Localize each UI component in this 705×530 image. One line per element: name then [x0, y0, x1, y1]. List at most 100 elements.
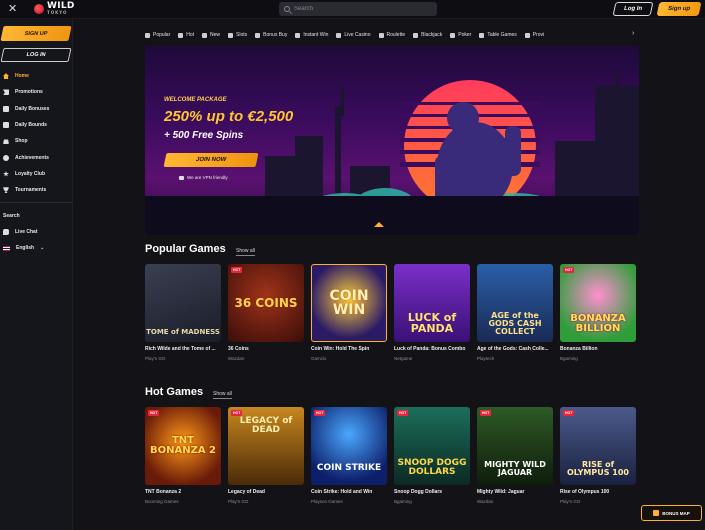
hot-badge: HOT	[563, 410, 575, 416]
game-art: TNT BONANZA 2	[149, 435, 217, 456]
search-bar[interactable]	[279, 2, 437, 16]
shop-bag-icon	[3, 139, 9, 145]
game-provider: Play'n GO	[228, 499, 249, 504]
vpn-icon	[179, 175, 184, 180]
search-input[interactable]	[294, 6, 424, 12]
sidebar-signup-button[interactable]: SIGN UP	[0, 26, 72, 41]
game-thumbnail[interactable]: TNT BONANZA 2 HOT	[145, 407, 221, 485]
tab-roulette[interactable]: Roulette	[378, 30, 405, 40]
tab-providers[interactable]: Provi	[524, 30, 544, 40]
game-thumbnail[interactable]: COIN WIN	[311, 264, 387, 342]
tab-table-games[interactable]: Table Games	[479, 30, 517, 40]
sidebar-login-button[interactable]: LOG IN	[0, 48, 72, 62]
tab-live-casino[interactable]: Live Casino	[336, 30, 371, 40]
tab-blackjack[interactable]: Blackjack	[413, 30, 442, 40]
sidebar-item-promotions[interactable]: Promotions	[0, 84, 73, 100]
tab-instant-win[interactable]: Instant Win	[295, 30, 328, 40]
sidebar: SIGN UP LOG IN Home Promotions Daily Bon…	[0, 20, 286, 530]
sidebar-item-daily-bonuses[interactable]: Daily Bonuses	[0, 101, 73, 117]
game-card[interactable]: SNOOP DOGG DOLLARS HOT Snoop Dogg Dollar…	[394, 407, 470, 504]
game-title: Rich Wilde and the Tome of ...	[145, 346, 216, 352]
game-thumbnail[interactable]: TOME of MADNESS	[145, 264, 221, 342]
tab-slots[interactable]: Slots	[228, 30, 247, 40]
roulette-icon	[378, 32, 384, 38]
game-thumbnail[interactable]: MIGHTY WILD JAGUAR HOT	[477, 407, 553, 485]
tab-poker[interactable]: Poker	[450, 30, 471, 40]
game-title: Coin Strike: Hold and Win	[311, 489, 373, 495]
hero-banner[interactable]: WELCOME PACKAGE 250% up to €2,500 + 500 …	[145, 46, 639, 235]
game-thumbnail[interactable]: SNOOP DOGG DOLLARS HOT	[394, 407, 470, 485]
game-provider: Playson Games	[311, 499, 343, 504]
game-card[interactable]: TNT BONANZA 2 HOT TNT Bonanza 2 Booming …	[145, 407, 221, 504]
language-selector[interactable]: English ⌄	[0, 240, 73, 256]
instant-win-icon	[295, 32, 301, 38]
game-card[interactable]: AGE of the GODS CASH COLLECT Age of the …	[477, 264, 553, 361]
login-button[interactable]: Log In	[612, 2, 654, 16]
sidebar-item-search[interactable]: Search	[0, 70, 286, 223]
game-art: TOME of MADNESS	[146, 328, 220, 336]
sidebar-item-shop[interactable]: Shop	[0, 133, 73, 149]
popular-show-all-link[interactable]: Show all	[236, 248, 255, 256]
game-card[interactable]: LUCK of PANDA Luck of Panda: Bonus Combo…	[394, 264, 470, 361]
game-thumbnail[interactable]: AGE of the GODS CASH COLLECT	[477, 264, 553, 342]
top-bar: ✕ WILD TOKYO Log In Sign up	[0, 0, 705, 19]
trophy-icon	[3, 187, 9, 194]
game-thumbnail[interactable]: LUCK of PANDA	[394, 264, 470, 342]
uk-flag-icon	[3, 245, 10, 251]
flame-icon	[178, 32, 184, 38]
game-card[interactable]: BONANZA BILLION HOT Bonanza Billion Bgam…	[560, 264, 636, 361]
chevron-right-icon[interactable]: ›	[632, 30, 634, 37]
hot-badge: HOT	[231, 410, 243, 416]
game-art: COIN STRIKE	[316, 463, 382, 473]
sidebar-item-live-chat[interactable]: Live Chat	[0, 224, 73, 240]
game-title: 36 Coins	[228, 346, 249, 352]
game-thumbnail[interactable]: RISE of OLYMPUS 100 HOT	[560, 407, 636, 485]
tab-popular[interactable]: Popular	[145, 30, 170, 40]
popular-icon	[145, 32, 150, 38]
game-title: Age of the Gods: Cash Colle...	[477, 346, 549, 352]
sidebar-item-daily-bounds[interactable]: Daily Bounds	[0, 117, 73, 133]
hot-badge: HOT	[231, 267, 243, 273]
hot-games-row: TNT BONANZA 2 HOT TNT Bonanza 2 Booming …	[145, 407, 639, 504]
game-title: Coin Win: Hold The Spin	[311, 346, 370, 352]
game-card[interactable]: COIN WIN Coin Win: Hold The Spin Gamzix	[311, 264, 387, 361]
game-thumbnail[interactable]: 36 COINS HOT	[228, 264, 304, 342]
sidebar-item-home[interactable]: Home	[0, 68, 73, 84]
chevron-down-icon: ⌄	[40, 245, 45, 252]
signup-button[interactable]: Sign up	[656, 2, 702, 16]
logo[interactable]: WILD TOKYO	[34, 2, 75, 15]
hot-badge: HOT	[563, 267, 575, 273]
sidebar-item-tournaments[interactable]: Tournaments	[0, 182, 73, 198]
offer-free-spins: + 500 Free Spins	[164, 130, 244, 141]
gift-icon	[3, 105, 9, 112]
tab-bonus-buy[interactable]: Bonus Buy	[255, 30, 287, 40]
game-card[interactable]: TOME of MADNESS Rich Wilde and the Tome …	[145, 264, 221, 361]
tab-hot[interactable]: Hot	[178, 30, 194, 40]
carousel-indicator[interactable]	[374, 222, 384, 227]
sidebar-item-loyalty-club[interactable]: Loyalty Club	[0, 166, 73, 182]
game-card[interactable]: COIN STRIKE HOT Coin Strike: Hold and Wi…	[311, 407, 387, 504]
game-thumbnail[interactable]: LEGACY of DEAD HOT	[228, 407, 304, 485]
medal-icon	[3, 154, 9, 161]
game-thumbnail[interactable]: COIN STRIKE HOT	[311, 407, 387, 485]
game-provider: Bgaming	[560, 356, 578, 361]
tab-new[interactable]: New	[202, 30, 220, 40]
game-card[interactable]: MIGHTY WILD JAGUAR HOT Mighty Wild: Jagu…	[477, 407, 553, 504]
join-now-button[interactable]: JOIN NOW	[163, 153, 259, 167]
hot-show-all-link[interactable]: Show all	[213, 391, 232, 399]
bonus-map-button[interactable]: BONUS MAP	[641, 505, 702, 521]
close-icon[interactable]: ✕	[8, 3, 17, 15]
promotions-icon	[3, 89, 9, 96]
bonus-buy-icon	[255, 32, 261, 38]
game-thumbnail[interactable]: BONANZA BILLION HOT	[560, 264, 636, 342]
game-card[interactable]: 36 COINS HOT 36 Coins Wazdan	[228, 264, 304, 361]
sidebar-item-achievements[interactable]: Achievements	[0, 149, 73, 165]
hot-badge: HOT	[148, 410, 160, 416]
welcome-package-label: WELCOME PACKAGE	[164, 97, 227, 103]
game-card[interactable]: RISE of OLYMPUS 100 HOT Rise of Olympus …	[560, 407, 636, 504]
game-card[interactable]: LEGACY of DEAD HOT Legacy of Dead Play'n…	[228, 407, 304, 504]
gift-icon	[653, 510, 660, 516]
game-title: Luck of Panda: Bonus Combo	[394, 346, 466, 352]
search-icon	[284, 6, 290, 12]
poker-icon	[450, 32, 456, 38]
